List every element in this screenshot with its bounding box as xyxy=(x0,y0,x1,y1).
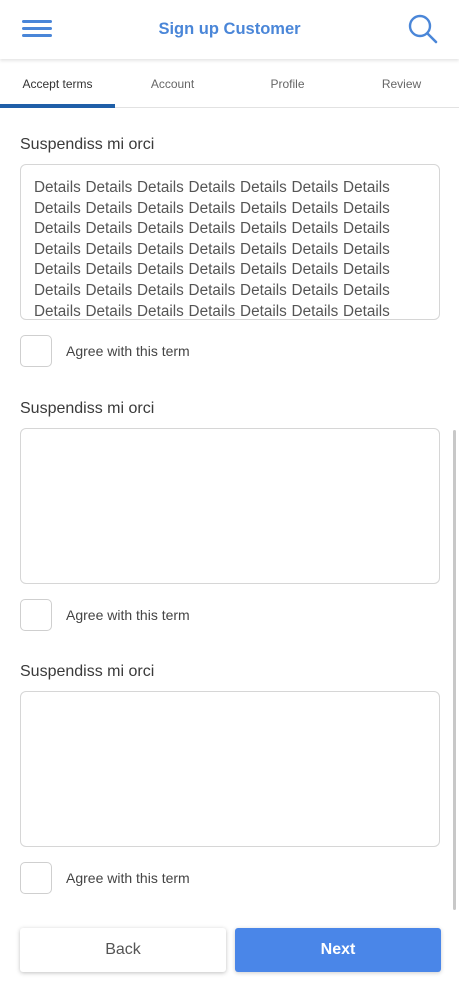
agree-checkbox[interactable] xyxy=(20,862,52,894)
agree-label: Agree with this term xyxy=(66,607,190,623)
section-heading: Suspendiss mi orci xyxy=(20,400,155,417)
search-icon[interactable] xyxy=(406,12,440,46)
tab-review[interactable]: Review xyxy=(344,59,459,108)
terms-textbox[interactable]: Details Details Details Details Details … xyxy=(20,164,440,320)
app-header: Sign up Customer xyxy=(0,0,459,59)
tab-accept-terms[interactable]: Accept terms xyxy=(0,59,115,108)
back-button[interactable]: Back xyxy=(20,928,226,972)
agree-checkbox[interactable] xyxy=(20,599,52,631)
terms-textbox[interactable] xyxy=(20,428,440,584)
terms-text xyxy=(34,705,429,845)
tab-account[interactable]: Account xyxy=(115,59,230,108)
step-tabs: Accept terms Account Profile Review xyxy=(0,59,459,108)
agree-checkbox[interactable] xyxy=(20,335,52,367)
agree-label: Agree with this term xyxy=(66,870,190,886)
next-button[interactable]: Next xyxy=(235,928,441,972)
scrollbar[interactable] xyxy=(453,430,456,910)
agree-label: Agree with this term xyxy=(66,343,190,359)
section-heading: Suspendiss mi orci xyxy=(20,136,155,153)
active-tab-indicator xyxy=(0,104,115,108)
terms-text: Details Details Details Details Details … xyxy=(34,179,390,318)
section-heading: Suspendiss mi orci xyxy=(20,663,155,680)
terms-textbox[interactable] xyxy=(20,691,440,847)
tab-profile[interactable]: Profile xyxy=(230,59,345,108)
terms-text xyxy=(34,442,429,582)
page-title: Sign up Customer xyxy=(158,20,301,38)
